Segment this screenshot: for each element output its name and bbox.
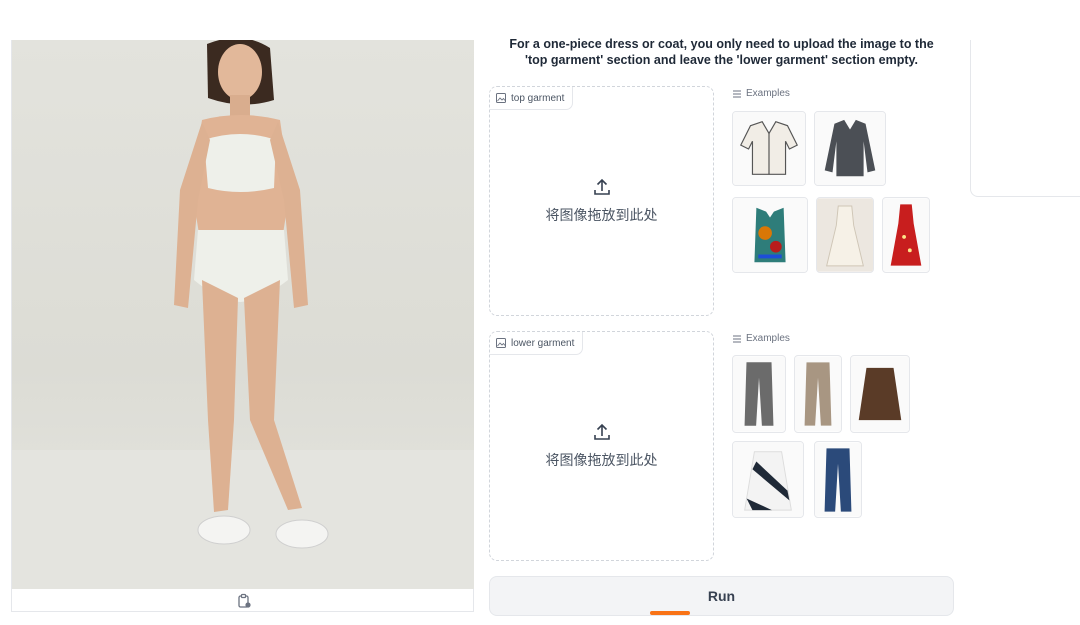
lower-garment-drop-zone[interactable]: 将图像拖放到此处 — [490, 422, 713, 470]
top-garment-drop-zone[interactable]: 将图像拖放到此处 — [490, 177, 713, 225]
example-lower-striped-skirt[interactable] — [732, 441, 804, 518]
run-progress-accent — [650, 611, 690, 615]
top-examples-label: Examples — [746, 88, 790, 99]
instruction-line-2: 'top garment' section and leave the 'low… — [525, 53, 918, 67]
side-panel-card — [970, 40, 1080, 197]
example-lower-blue-jeans[interactable] — [814, 441, 862, 518]
list-icon — [733, 335, 741, 342]
example-top-gray-polo[interactable] — [814, 111, 886, 186]
upload-icon — [593, 423, 610, 440]
model-image — [12, 40, 474, 589]
instruction-line-1: For a one-piece dress or coat, you only … — [509, 37, 934, 51]
example-top-cream-dress[interactable] — [816, 197, 874, 273]
top-garment-label: top garment — [511, 92, 565, 104]
list-icon — [733, 90, 741, 97]
image-icon — [496, 338, 506, 348]
image-icon — [496, 93, 506, 103]
lower-examples-label: Examples — [746, 333, 790, 344]
upload-icon — [593, 178, 610, 195]
example-lower-gray-trousers[interactable] — [732, 355, 786, 433]
lower-garment-label: lower garment — [511, 337, 575, 349]
top-garment-upload[interactable]: top garment 将图像拖放到此处 — [489, 86, 714, 316]
clipboard-icon[interactable] — [236, 593, 252, 609]
example-lower-brown-skirt[interactable] — [850, 355, 910, 433]
example-top-floral-vest[interactable] — [732, 197, 808, 273]
example-top-red-dress[interactable] — [882, 197, 930, 273]
lower-garment-drop-text: 将图像拖放到此处 — [545, 452, 658, 468]
lower-garment-upload[interactable]: lower garment 将图像拖放到此处 — [489, 331, 714, 561]
model-image-panel — [11, 40, 474, 612]
top-garment-label-tag: top garment — [490, 87, 574, 110]
run-button[interactable]: Run — [489, 576, 954, 616]
lower-examples-heading: Examples — [732, 333, 790, 344]
top-garment-drop-text: 将图像拖放到此处 — [545, 207, 658, 223]
top-examples-heading: Examples — [732, 88, 790, 99]
example-lower-beige-pants[interactable] — [794, 355, 842, 433]
example-top-white-cardigan[interactable] — [732, 111, 806, 186]
lower-garment-label-tag: lower garment — [490, 332, 584, 355]
run-button-label: Run — [707, 588, 736, 604]
instruction-text: For a one-piece dress or coat, you only … — [489, 36, 954, 68]
